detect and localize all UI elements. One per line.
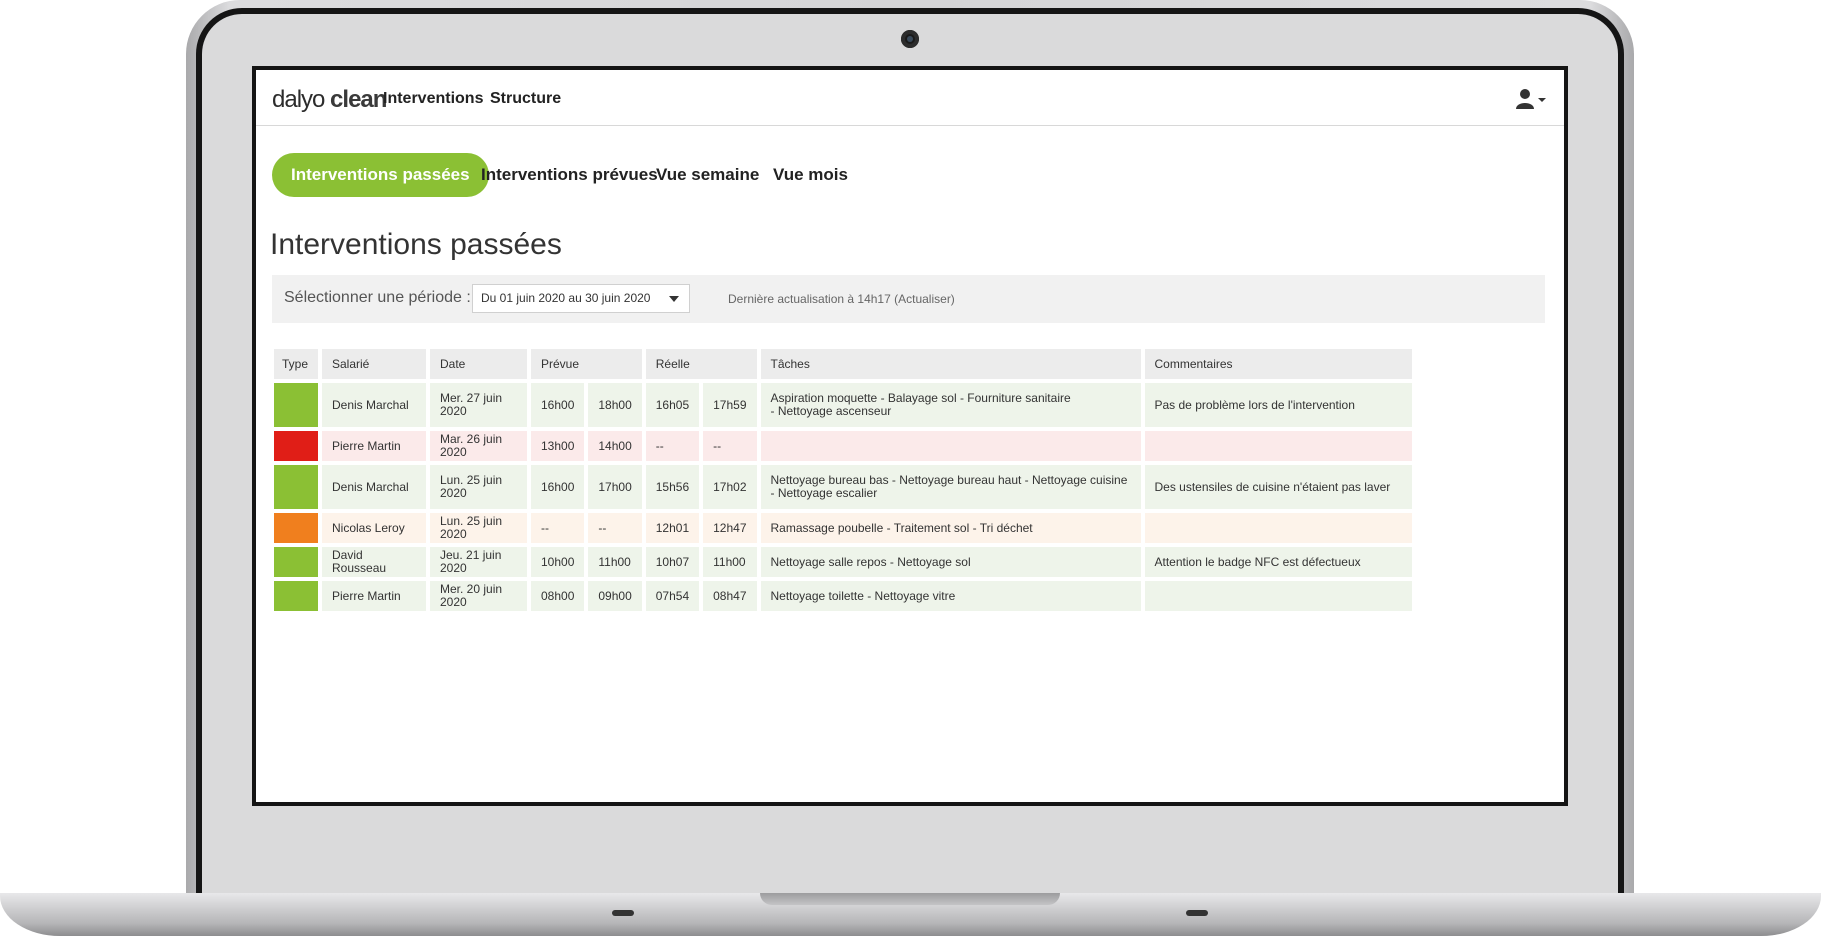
nav-structure[interactable]: Structure (490, 90, 561, 108)
period-label: Sélectionner une période : (284, 289, 471, 306)
period-select[interactable]: Du 01 juin 2020 au 30 juin 2020 (472, 284, 690, 313)
cell-planned-end: 14h00 (588, 431, 642, 461)
cell-planned-start: 08h00 (531, 581, 585, 611)
header-employee: Salarié (322, 349, 426, 379)
header-type: Type (274, 349, 318, 379)
user-menu-button[interactable] (1516, 88, 1548, 110)
table-header-row: Type Salarié Date Prévue Réelle Tâches C… (274, 349, 1412, 379)
cell-tasks: Nettoyage toilette - Nettoyage vitre (760, 581, 1141, 611)
cell-planned-end: -- (588, 513, 642, 543)
app-window: dalyo clean Interventions Structure Inte… (256, 70, 1564, 802)
cell-actual-end: 17h59 (703, 383, 757, 427)
cell-comment (1144, 581, 1412, 611)
tab-interventions-passees[interactable]: Interventions passées (272, 153, 489, 197)
cell-tasks: Aspiration moquette - Balayage sol - Fou… (760, 383, 1141, 427)
user-icon (1516, 89, 1546, 109)
cell-planned-start: 10h00 (531, 547, 585, 577)
refresh-link[interactable]: (Actualiser) (894, 292, 955, 306)
filter-bar: Sélectionner une période : Du 01 juin 20… (272, 275, 1545, 323)
laptop-foot (612, 910, 634, 916)
cell-planned-start: -- (531, 513, 585, 543)
top-navbar: dalyo clean Interventions Structure (256, 70, 1564, 126)
header-planned: Prévue (531, 349, 642, 379)
brand-logo-part2: clean (330, 86, 387, 113)
tab-vue-semaine[interactable]: Vue semaine (656, 153, 759, 197)
cell-tasks: Ramassage poubelle - Traitement sol - Tr… (760, 513, 1141, 543)
cell-employee: Nicolas Leroy (322, 513, 426, 543)
cell-actual-end: 17h02 (703, 465, 757, 509)
chevron-down-icon (1538, 98, 1546, 102)
cell-actual-start: 15h56 (645, 465, 700, 509)
cell-employee: Pierre Martin (322, 581, 426, 611)
cell-actual-start: 10h07 (645, 547, 700, 577)
header-actual: Réelle (645, 349, 757, 379)
cell-date: Jeu. 21 juin 2020 (430, 547, 527, 577)
cell-comment: Des ustensiles de cuisine n'étaient pas … (1144, 465, 1412, 509)
cell-planned-end: 11h00 (588, 547, 642, 577)
cell-date: Mer. 20 juin 2020 (430, 581, 527, 611)
cell-date: Mer. 27 juin 2020 (430, 383, 527, 427)
chevron-down-icon (669, 296, 679, 302)
last-refresh-note: Dernière actualisation à 14h17 (Actualis… (728, 292, 955, 306)
cell-actual-start: 12h01 (645, 513, 700, 543)
tab-interventions-prevues[interactable]: Interventions prévues (481, 153, 658, 197)
cell-tasks: Nettoyage salle repos - Nettoyage sol (760, 547, 1141, 577)
brand-logo-part1: dalyo (272, 86, 325, 113)
cell-planned-end: 17h00 (588, 465, 642, 509)
header-date: Date (430, 349, 527, 379)
cell-actual-start: -- (645, 431, 700, 461)
laptop-foot (1186, 910, 1208, 916)
period-select-value: Du 01 juin 2020 au 30 juin 2020 (481, 291, 651, 305)
laptop-screen: dalyo clean Interventions Structure Inte… (252, 66, 1568, 806)
table-row[interactable]: Denis Marchal Lun. 25 juin 2020 16h00 17… (274, 465, 1412, 509)
interventions-table: Type Salarié Date Prévue Réelle Tâches C… (270, 345, 1416, 615)
cell-date: Lun. 25 juin 2020 (430, 465, 527, 509)
cell-planned-end: 09h00 (588, 581, 642, 611)
cell-actual-end: 12h47 (703, 513, 757, 543)
cell-tasks (760, 431, 1141, 461)
cell-planned-end: 18h00 (588, 383, 642, 427)
cell-planned-start: 16h00 (531, 383, 585, 427)
status-type-swatch (274, 465, 318, 509)
brand-logo[interactable]: dalyo clean (272, 86, 387, 114)
table-row[interactable]: Denis Marchal Mer. 27 juin 2020 16h00 18… (274, 383, 1412, 427)
cell-comment (1144, 513, 1412, 543)
nav-interventions[interactable]: Interventions (383, 90, 483, 108)
cell-actual-end: 11h00 (703, 547, 757, 577)
page-title: Interventions passées (270, 228, 562, 261)
table-row[interactable]: David Rousseau Jeu. 21 juin 2020 10h00 1… (274, 547, 1412, 577)
cell-date: Mar. 26 juin 2020 (430, 431, 527, 461)
tab-vue-mois[interactable]: Vue mois (773, 153, 848, 197)
cell-comment: Attention le badge NFC est défectueux (1144, 547, 1412, 577)
cell-employee: Pierre Martin (322, 431, 426, 461)
cell-comment: Pas de problème lors de l'intervention (1144, 383, 1412, 427)
cell-actual-end: 08h47 (703, 581, 757, 611)
header-tasks: Tâches (760, 349, 1141, 379)
laptop-notch (760, 893, 1060, 905)
cell-tasks: Nettoyage bureau bas - Nettoyage bureau … (760, 465, 1141, 509)
status-type-swatch (274, 581, 318, 611)
cell-planned-start: 13h00 (531, 431, 585, 461)
cell-actual-start: 07h54 (645, 581, 700, 611)
header-comments: Commentaires (1144, 349, 1412, 379)
webcam (901, 30, 919, 48)
cell-comment (1144, 431, 1412, 461)
cell-actual-start: 16h05 (645, 383, 700, 427)
cell-employee: Denis Marchal (322, 465, 426, 509)
table-row[interactable]: Pierre Martin Mar. 26 juin 2020 13h00 14… (274, 431, 1412, 461)
table-row[interactable]: Nicolas Leroy Lun. 25 juin 2020 -- -- 12… (274, 513, 1412, 543)
status-type-swatch (274, 513, 318, 543)
table-row[interactable]: Pierre Martin Mer. 20 juin 2020 08h00 09… (274, 581, 1412, 611)
cell-planned-start: 16h00 (531, 465, 585, 509)
cell-employee: David Rousseau (322, 547, 426, 577)
status-type-swatch (274, 547, 318, 577)
cell-date: Lun. 25 juin 2020 (430, 513, 527, 543)
status-type-swatch (274, 431, 318, 461)
last-refresh-text: Dernière actualisation à 14h17 (728, 292, 891, 306)
status-type-swatch (274, 383, 318, 427)
cell-actual-end: -- (703, 431, 757, 461)
cell-employee: Denis Marchal (322, 383, 426, 427)
